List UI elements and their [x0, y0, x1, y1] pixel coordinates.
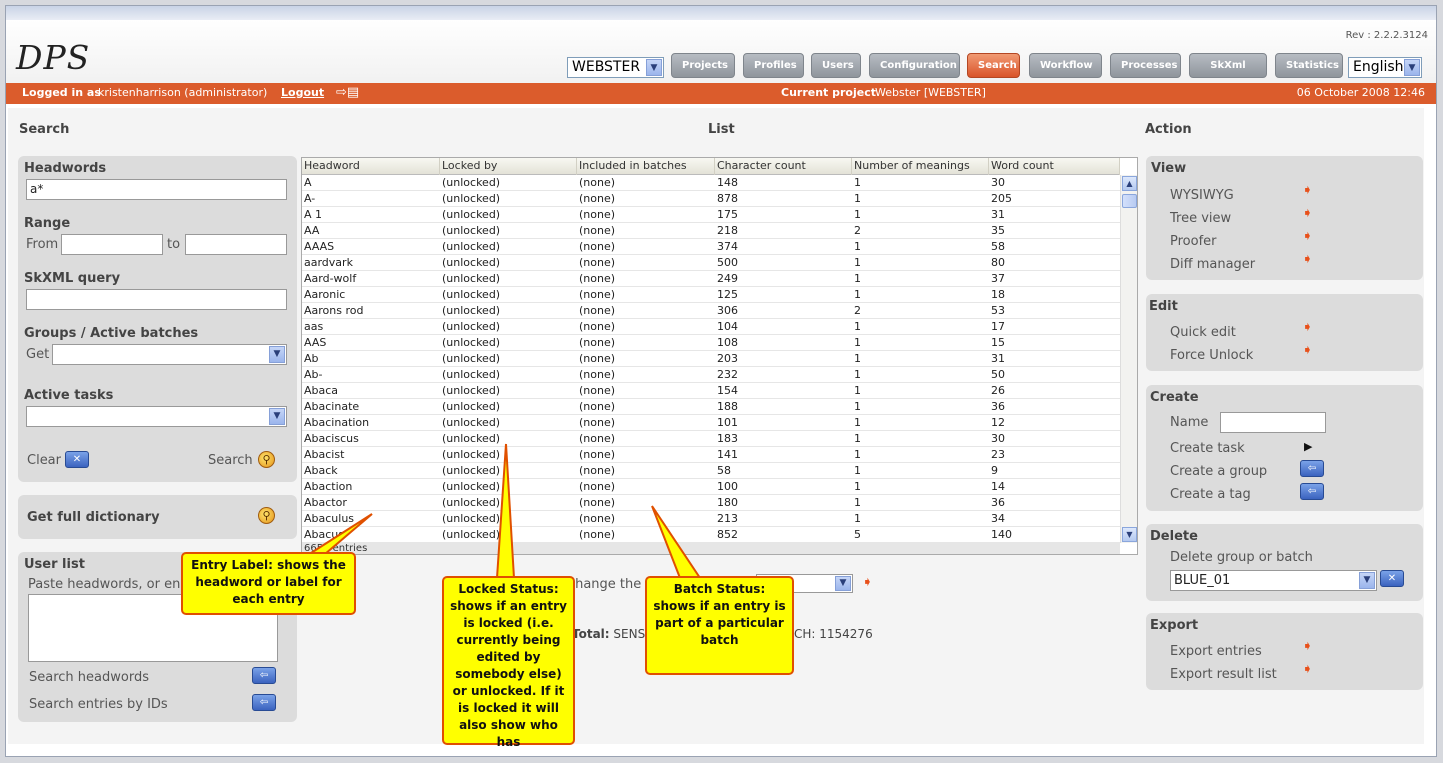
batch-status-callout: Batch Status: shows if an entry is part …: [645, 576, 794, 675]
entry-label-callout: Entry Label: shows the headword or label…: [181, 552, 356, 615]
locked-status-callout: Locked Status: shows if an entry is lock…: [442, 576, 575, 749]
locked-status-pointer: [495, 443, 516, 579]
batch-status-pointer: [651, 505, 702, 579]
